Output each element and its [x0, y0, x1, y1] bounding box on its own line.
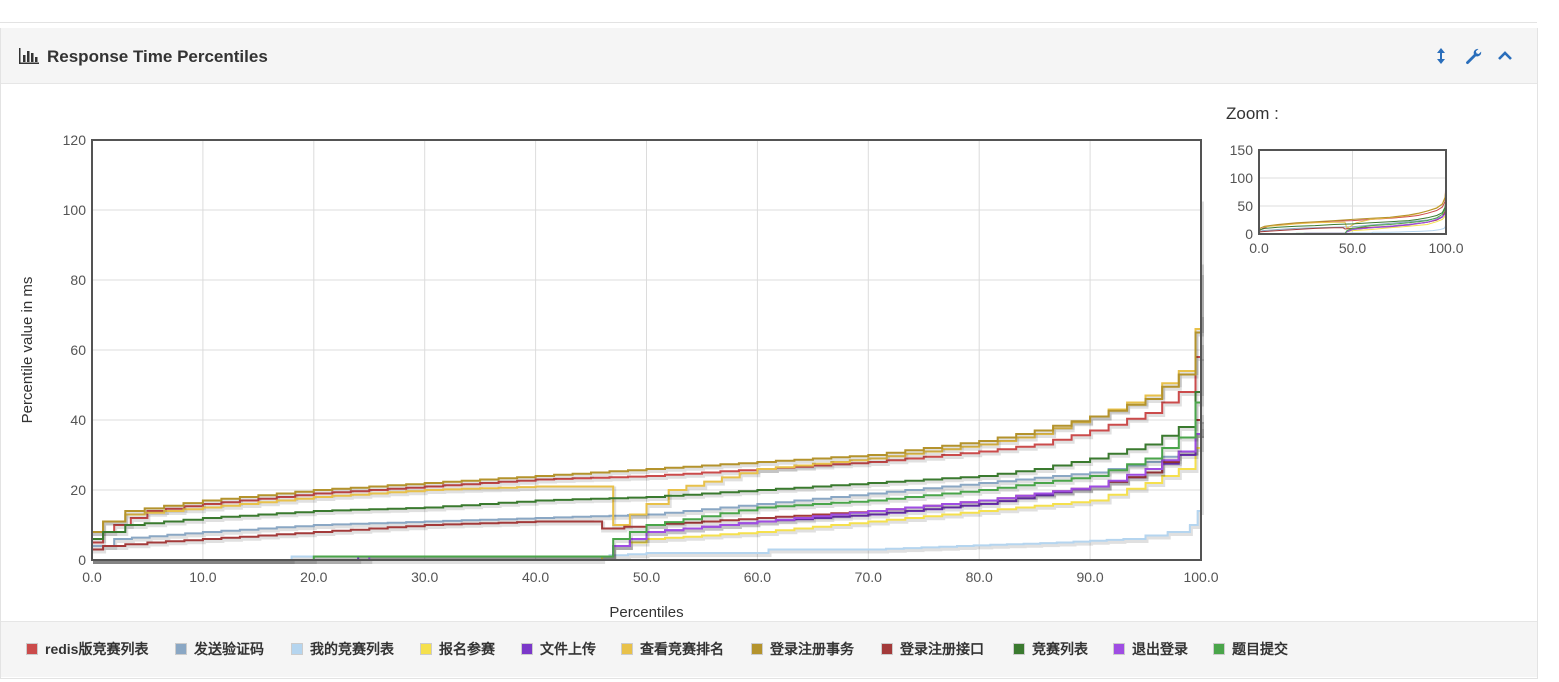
legend-label: 文件上传 — [540, 641, 596, 657]
legend-label: 竞赛列表 — [1032, 641, 1088, 657]
legend-swatch — [420, 643, 432, 655]
legend-swatch — [521, 643, 533, 655]
legend-label: 我的竞赛列表 — [310, 641, 394, 657]
legend-label: 退出登录 — [1132, 641, 1188, 657]
legend-swatch — [1013, 643, 1025, 655]
legend-swatch — [26, 643, 38, 655]
x-tick-label: 10.0 — [189, 569, 216, 585]
legend-swatch — [621, 643, 633, 655]
legend-item[interactable]: redis版竞赛列表 — [26, 640, 148, 658]
zoom-chart[interactable]: 0.0 50.0 100.0 0 50 100 150 — [1216, 138, 1476, 263]
y-tick-label: 120 — [63, 132, 87, 148]
y-tick-label: 80 — [70, 272, 86, 288]
y-tick-label: 0 — [78, 552, 86, 568]
zoom-y-tick-label: 150 — [1230, 142, 1254, 158]
legend-item[interactable]: 退出登录 — [1113, 640, 1188, 658]
zoom-x-tick-label: 100.0 — [1428, 240, 1463, 256]
legend-swatch — [291, 643, 303, 655]
legend-label: 登录注册接口 — [900, 641, 984, 657]
legend-label: 题目提交 — [1232, 641, 1288, 657]
y-tick-label: 100 — [63, 202, 87, 218]
legend-item[interactable]: 发送验证码 — [175, 640, 264, 658]
x-tick-label: 70.0 — [855, 569, 882, 585]
response-time-percentiles-panel: Response Time Percentiles 0.0 10.0 20.0 30.… — [0, 28, 1538, 679]
y-axis-label: Percentile value in ms — [19, 277, 36, 424]
legend-item[interactable]: 竞赛列表 — [1013, 640, 1088, 658]
x-tick-label: 60.0 — [744, 569, 771, 585]
expand-vertical-icon[interactable] — [1431, 46, 1451, 66]
percentiles-chart[interactable]: 0.0 10.0 20.0 30.0 40.0 50.0 60.0 70.0 80.0 90.0 1… — [1, 118, 1226, 628]
y-tick-label: 40 — [70, 412, 86, 428]
zoom-y-tick-label: 100 — [1230, 170, 1254, 186]
legend: redis版竞赛列表 发送验证码 我的竞赛列表 报名参赛 文件上传 查看竞赛排名 登录注册事… — [1, 621, 1537, 677]
zoom-y-tick-label: 0 — [1245, 226, 1253, 242]
zoom-x-tick-label: 50.0 — [1339, 240, 1366, 256]
legend-item[interactable]: 报名参赛 — [420, 640, 495, 658]
zoom-x-tick-label: 0.0 — [1249, 240, 1269, 256]
x-tick-label: 30.0 — [411, 569, 438, 585]
legend-item[interactable]: 查看竞赛排名 — [621, 640, 724, 658]
x-tick-label: 20.0 — [300, 569, 327, 585]
legend-item[interactable]: 登录注册事务 — [751, 640, 854, 658]
x-tick-label: 80.0 — [966, 569, 993, 585]
y-tick-label: 60 — [70, 342, 86, 358]
x-axis-label: Percentiles — [609, 604, 683, 621]
panel-title: Response Time Percentiles — [47, 47, 268, 66]
legend-item[interactable]: 我的竞赛列表 — [291, 640, 394, 658]
bar-chart-icon — [19, 48, 39, 64]
chevron-up-icon[interactable] — [1495, 46, 1515, 66]
series-shadow — [93, 359, 1204, 554]
zoom-plot-area: 0.0 50.0 100.0 0 50 100 150 — [1230, 142, 1464, 256]
legend-swatch — [751, 643, 763, 655]
zoom-y-tick-label: 50 — [1237, 198, 1253, 214]
legend-label: 发送验证码 — [194, 641, 264, 657]
y-tick-label: 20 — [70, 482, 86, 498]
legend-label: redis版竞赛列表 — [45, 641, 149, 657]
panel-header: Response Time Percentiles — [1, 28, 1537, 84]
x-tick-label: 90.0 — [1076, 569, 1103, 585]
legend-label: 报名参赛 — [439, 641, 495, 657]
x-tick-label: 50.0 — [633, 569, 660, 585]
legend-item[interactable]: 登录注册接口 — [881, 640, 984, 658]
wrench-icon[interactable] — [1463, 46, 1483, 66]
legend-swatch — [1113, 643, 1125, 655]
legend-item[interactable]: 文件上传 — [521, 640, 596, 658]
x-tick-label: 0.0 — [82, 569, 102, 585]
top-bar — [0, 0, 1537, 23]
legend-item[interactable]: 题目提交 — [1213, 640, 1288, 658]
x-tick-label: 40.0 — [522, 569, 549, 585]
legend-swatch — [881, 643, 893, 655]
legend-swatch — [175, 643, 187, 655]
legend-swatch — [1213, 643, 1225, 655]
legend-label: 登录注册事务 — [770, 641, 854, 657]
zoom-label: Zoom : — [1226, 104, 1279, 123]
legend-label: 查看竞赛排名 — [640, 641, 724, 657]
plot-area: 0.0 10.0 20.0 30.0 40.0 50.0 60.0 70.0 80.0 90.0 1… — [19, 132, 1219, 621]
x-tick-label: 100.0 — [1183, 569, 1218, 585]
